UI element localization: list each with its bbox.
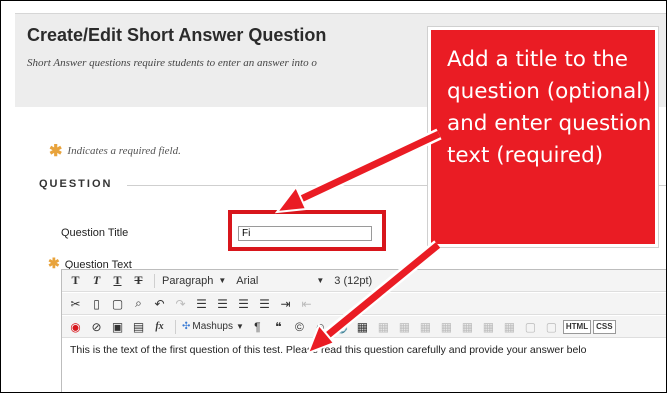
- table-visual-icon[interactable]: ▢: [542, 319, 561, 335]
- paragraph-mark-icon[interactable]: ¶: [248, 319, 267, 335]
- strikethrough-button[interactable]: T: [129, 273, 148, 289]
- table-cell-icon[interactable]: ▦: [416, 319, 435, 335]
- required-star-icon: ✱: [49, 143, 63, 160]
- editor-toolbar-row-3: ◉ ⊘ ▣ ▤ fx ✣ Mashups ▼ ¶ ❝ © ☺ ⚓ ▦ ▦ ▦ ▦ ▦…: [62, 316, 666, 338]
- quote-icon[interactable]: ❝: [269, 319, 288, 335]
- required-note-text: Indicates a required field.: [67, 145, 181, 157]
- undo-icon[interactable]: ↶: [150, 296, 169, 312]
- outdent-icon[interactable]: ⇤: [297, 296, 316, 312]
- css-code-button[interactable]: CSS: [593, 319, 616, 334]
- top-strip: [1, 1, 666, 13]
- table-props-icon[interactable]: ▦: [500, 319, 519, 335]
- record-icon[interactable]: ◉: [66, 319, 85, 335]
- attach-file-icon[interactable]: ⊘: [87, 319, 106, 335]
- table-row-icon[interactable]: ▦: [374, 319, 393, 335]
- align-right-icon[interactable]: ☰: [234, 296, 253, 312]
- table-split-icon[interactable]: ▦: [458, 319, 477, 335]
- indent-icon[interactable]: ⇥: [276, 296, 295, 312]
- section-heading-question: QUESTION: [39, 178, 113, 190]
- toolbar-separator: [175, 319, 176, 334]
- paragraph-format-dropdown[interactable]: Paragraph ▼: [159, 273, 229, 289]
- redo-icon[interactable]: ↷: [171, 296, 190, 312]
- toolbar-separator: [154, 273, 155, 288]
- paste-icon[interactable]: ▢: [108, 296, 127, 312]
- insert-media-icon[interactable]: ▤: [129, 319, 148, 335]
- required-field-note: ✱ Indicates a required field.: [49, 139, 181, 160]
- align-center-icon[interactable]: ☰: [213, 296, 232, 312]
- insert-image-icon[interactable]: ▣: [108, 319, 127, 335]
- copy-icon[interactable]: ▯: [87, 296, 106, 312]
- mashups-label: Mashups: [192, 321, 233, 332]
- align-left-icon[interactable]: ☰: [192, 296, 211, 312]
- font-size-value: 3 (12pt): [334, 274, 373, 287]
- chevron-down-icon: ▼: [316, 276, 325, 285]
- instruction-callout: Add a title to the question (optional) a…: [428, 27, 658, 247]
- callout-text: Add a title to the question (optional) a…: [447, 47, 652, 168]
- editor-toolbar-row-1: T T T T Paragraph ▼ Arial ▼ 3 (12pt): [62, 270, 666, 292]
- question-text-body[interactable]: This is the text of the first question o…: [70, 344, 587, 356]
- mashups-dropdown[interactable]: ✣ Mashups ▼: [180, 319, 246, 335]
- html-code-button[interactable]: HTML: [562, 319, 592, 334]
- font-family-value: Arial: [236, 274, 259, 287]
- anchor-icon[interactable]: ⚓: [332, 319, 351, 335]
- insert-table-icon[interactable]: ▦: [353, 319, 372, 335]
- question-title-label: Question Title: [61, 227, 129, 239]
- font-size-dropdown[interactable]: 3 (12pt): [331, 273, 375, 289]
- align-justify-icon[interactable]: ☰: [255, 296, 274, 312]
- table-column-icon[interactable]: ▦: [395, 319, 414, 335]
- find-icon[interactable]: ⌕: [129, 296, 148, 312]
- italic-button[interactable]: T: [87, 273, 106, 289]
- table-border-icon[interactable]: ▢: [521, 319, 540, 335]
- chevron-down-icon: ▼: [235, 322, 244, 331]
- page-title: Create/Edit Short Answer Question: [27, 25, 327, 45]
- math-formula-icon[interactable]: fx: [150, 319, 169, 335]
- question-text-editor[interactable]: T T T T Paragraph ▼ Arial ▼ 3 (12pt) ✂ ▯ ▢…: [61, 269, 666, 392]
- emoticon-icon[interactable]: ☺: [311, 319, 330, 335]
- page-subtitle: Short Answer questions require students …: [27, 57, 317, 69]
- screenshot-frame: Create/Edit Short Answer Question Short …: [0, 0, 667, 393]
- paragraph-format-value: Paragraph: [162, 274, 214, 287]
- arrow-to-title-field: [274, 128, 442, 214]
- table-delete-icon[interactable]: ▦: [479, 319, 498, 335]
- table-merge-icon[interactable]: ▦: [437, 319, 456, 335]
- chevron-down-icon: ▼: [218, 276, 227, 285]
- special-char-icon[interactable]: ©: [290, 319, 309, 335]
- title-highlight-box: [228, 210, 386, 251]
- bold-button[interactable]: T: [66, 273, 85, 289]
- mashups-icon: ✣: [182, 321, 191, 332]
- editor-toolbar-row-2: ✂ ▯ ▢ ⌕ ↶ ↷ ☰ ☰ ☰ ☰ ⇥ ⇤: [62, 293, 666, 315]
- cut-icon[interactable]: ✂: [66, 296, 85, 312]
- font-family-dropdown[interactable]: Arial ▼: [233, 273, 327, 289]
- required-star-icon: ✱: [48, 255, 60, 271]
- underline-button[interactable]: T: [108, 273, 127, 289]
